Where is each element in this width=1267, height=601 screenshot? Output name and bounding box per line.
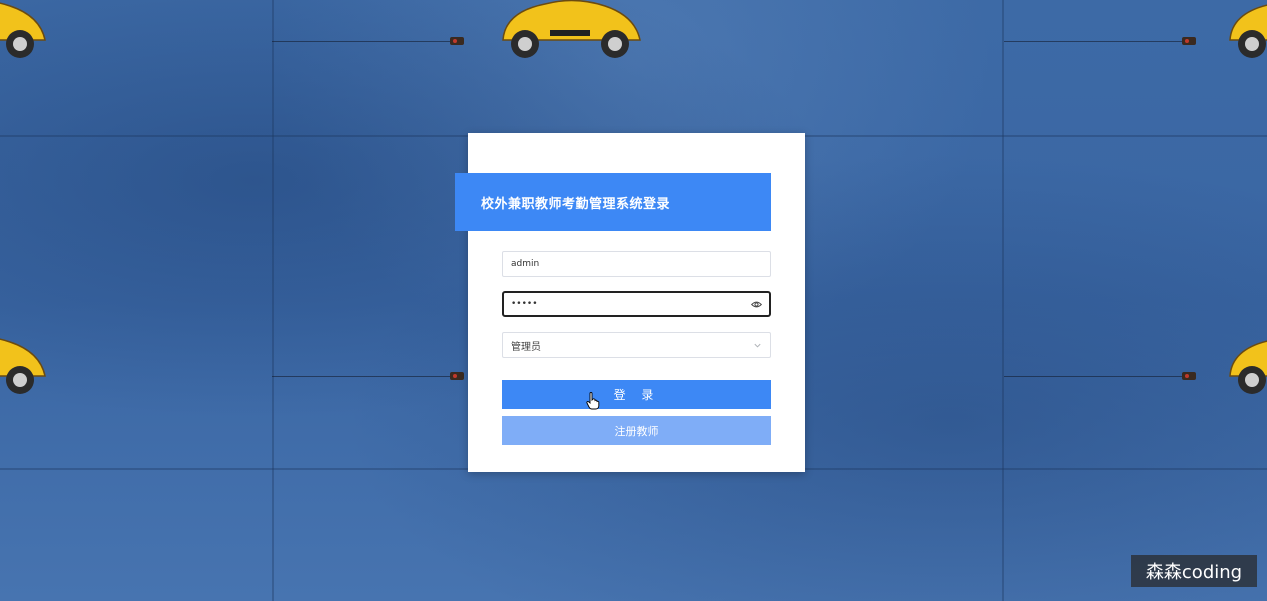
yellow-car-illustration	[0, 338, 46, 394]
yellow-car-illustration	[502, 0, 641, 58]
role-select[interactable]: 管理员	[502, 332, 771, 358]
wallpaper-cord	[272, 41, 452, 42]
login-button[interactable]: 登 录	[502, 380, 771, 409]
wallpaper-seam	[1002, 0, 1004, 601]
username-field[interactable]	[502, 251, 771, 277]
register-teacher-button[interactable]: 注册教师	[502, 416, 771, 445]
wallpaper-plug	[1182, 37, 1196, 45]
wallpaper-plug	[450, 37, 464, 45]
eye-icon[interactable]	[750, 298, 762, 310]
wallpaper-plug	[450, 372, 464, 380]
login-title: 校外兼职教师考勤管理系统登录	[481, 196, 671, 212]
login-title-bar: 校外兼职教师考勤管理系统登录	[455, 173, 771, 231]
hand-pointer-icon	[586, 392, 600, 410]
chevron-down-icon[interactable]	[752, 340, 762, 350]
wallpaper-cord	[1004, 376, 1184, 377]
wallpaper-plug	[1182, 372, 1196, 380]
login-card: 校外兼职教师考勤管理系统登录 管理员 登 录 注册教师	[455, 133, 805, 472]
wallpaper-cord	[272, 376, 452, 377]
yellow-car-illustration	[1229, 4, 1267, 58]
watermark: 森森coding	[1131, 555, 1257, 587]
yellow-car-illustration	[0, 2, 46, 58]
username-input[interactable]	[511, 259, 762, 269]
yellow-car-illustration	[1229, 340, 1267, 394]
wallpaper-cord	[1004, 41, 1184, 42]
role-select-value: 管理员	[511, 341, 541, 353]
wallpaper-seam	[272, 0, 274, 601]
password-input[interactable]	[511, 299, 750, 309]
password-field[interactable]	[502, 291, 771, 317]
